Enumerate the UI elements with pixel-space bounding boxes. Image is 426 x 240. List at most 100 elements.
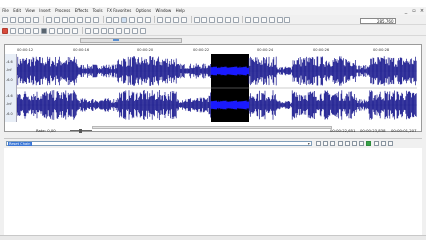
play-chain-icon[interactable] xyxy=(366,140,372,146)
marker-icon[interactable] xyxy=(245,16,252,23)
go-to-start-icon[interactable] xyxy=(48,27,55,34)
rewind-icon[interactable] xyxy=(56,27,63,34)
mix-icon[interactable] xyxy=(69,16,76,23)
add-plugin-icon[interactable] xyxy=(330,140,336,146)
menu-help[interactable]: Help xyxy=(173,7,187,15)
menu-fx-favorites[interactable]: FX Favorites xyxy=(105,7,134,15)
preview-icon[interactable] xyxy=(359,140,365,146)
sound-forge-window: File Edit View Insert Process Effects To… xyxy=(0,0,426,240)
invert-icon[interactable] xyxy=(116,27,123,34)
loop-playback-icon[interactable] xyxy=(9,27,16,34)
open-file-icon[interactable] xyxy=(9,16,16,23)
repeat-icon[interactable] xyxy=(105,16,112,23)
help-chain-icon[interactable] xyxy=(380,140,386,146)
status-bar xyxy=(0,235,426,240)
close-chain-icon[interactable] xyxy=(387,140,393,146)
save-all-icon[interactable] xyxy=(25,16,32,23)
process-icon[interactable] xyxy=(351,140,357,146)
zoom-selection-icon[interactable] xyxy=(209,16,216,23)
preset-dropdown[interactable]: Reset Chain ▾ xyxy=(6,140,312,147)
pause-icon[interactable] xyxy=(33,27,40,34)
forward-icon[interactable] xyxy=(64,27,71,34)
menu-bar: File Edit View Insert Process Effects To… xyxy=(0,7,426,15)
menu-file[interactable]: File xyxy=(0,7,11,15)
bypass-icon[interactable] xyxy=(337,140,343,146)
snap-icon[interactable] xyxy=(157,16,164,23)
ruler-label: 00:00:26 xyxy=(313,48,330,52)
menu-tools[interactable]: Tools xyxy=(90,7,104,15)
copy-icon[interactable] xyxy=(53,16,60,23)
zoom-normal-icon[interactable] xyxy=(224,16,231,23)
go-to-end-icon[interactable] xyxy=(72,27,79,34)
zoom-vertical-icon[interactable] xyxy=(232,16,239,23)
zoom-ratio-field[interactable]: 285,760 xyxy=(360,17,396,24)
selection-status: 00:00:22,651 00:00:23,838 00:00:01,207 xyxy=(0,128,426,134)
settings-icon[interactable] xyxy=(344,140,350,146)
properties-icon[interactable] xyxy=(268,16,275,23)
zoom-in-icon[interactable] xyxy=(193,16,200,23)
ruler-label: 00:00:16 xyxy=(73,48,90,52)
record-icon[interactable] xyxy=(2,27,8,34)
trim-icon[interactable] xyxy=(77,16,84,23)
new-file-icon[interactable] xyxy=(2,16,8,23)
pencil-tool-icon[interactable] xyxy=(128,16,135,23)
plugin-chain-icon[interactable] xyxy=(276,16,283,23)
redo-icon[interactable] xyxy=(92,16,99,23)
fade-in-icon[interactable] xyxy=(84,27,91,34)
edit-tool-icon[interactable] xyxy=(113,16,120,23)
cut-icon[interactable] xyxy=(45,16,52,23)
play-icon[interactable] xyxy=(25,27,32,34)
fade-out-icon[interactable] xyxy=(92,27,99,34)
menu-window[interactable]: Window xyxy=(153,7,173,15)
overview-thumb[interactable] xyxy=(113,39,119,41)
envelope-tool-icon[interactable] xyxy=(144,16,151,23)
close-icon[interactable]: × xyxy=(418,7,426,15)
region-icon[interactable] xyxy=(253,16,260,23)
waveform-selection xyxy=(210,100,249,110)
overview-bar[interactable] xyxy=(80,38,182,43)
undo-icon[interactable] xyxy=(84,16,91,23)
waveform-selection xyxy=(210,66,249,76)
delete-preset-icon[interactable] xyxy=(323,140,329,146)
paste-icon[interactable] xyxy=(61,16,68,23)
zoom-full-icon[interactable] xyxy=(216,16,223,23)
mute-icon[interactable] xyxy=(139,27,146,34)
ruler-label: 00:00:20 xyxy=(137,48,154,52)
db-label: -4.6 xyxy=(6,94,13,98)
toolbar-separator xyxy=(190,16,192,23)
chain-options-icon[interactable] xyxy=(373,140,379,146)
minimize-icon[interactable]: _ xyxy=(402,7,410,15)
menu-options[interactable]: Options xyxy=(133,7,153,15)
play-all-icon[interactable] xyxy=(17,27,24,34)
menu-process[interactable]: Process xyxy=(53,7,73,15)
menu-insert[interactable]: Insert xyxy=(37,7,53,15)
restore-icon[interactable]: ▫ xyxy=(410,7,418,15)
menu-edit[interactable]: Edit xyxy=(11,7,23,15)
playlist-icon[interactable] xyxy=(260,16,267,23)
volume-icon[interactable] xyxy=(108,27,115,34)
help-icon[interactable] xyxy=(284,16,291,23)
selection-start[interactable]: 00:00:22,651 xyxy=(330,128,356,133)
silence-icon[interactable] xyxy=(131,27,138,34)
stop-icon[interactable] xyxy=(40,27,47,34)
chain-buttons xyxy=(316,140,395,146)
render-icon[interactable] xyxy=(33,16,40,23)
reverse-icon[interactable] xyxy=(123,27,130,34)
selection-end[interactable]: 00:00:23,838 xyxy=(360,128,386,133)
waveform-display[interactable] xyxy=(17,54,417,122)
plugin-chain-pane xyxy=(4,148,422,236)
menu-view[interactable]: View xyxy=(23,7,37,15)
selection-length[interactable]: 00:00:01,207 xyxy=(391,128,417,133)
magnify-tool-icon[interactable] xyxy=(121,16,128,23)
event-tool-icon[interactable] xyxy=(136,16,143,23)
chevron-down-icon[interactable]: ▾ xyxy=(307,142,312,147)
save-preset-icon[interactable] xyxy=(316,140,321,146)
crossfade-icon[interactable] xyxy=(180,16,187,23)
normalize-icon[interactable] xyxy=(100,27,107,34)
menu-effects[interactable]: Effects xyxy=(73,7,91,15)
auto-ripple-icon[interactable] xyxy=(165,16,172,23)
zoom-out-icon[interactable] xyxy=(201,16,208,23)
save-icon[interactable] xyxy=(17,16,24,23)
loop-icon[interactable] xyxy=(172,16,179,23)
db-label: -6.0 xyxy=(6,78,13,82)
